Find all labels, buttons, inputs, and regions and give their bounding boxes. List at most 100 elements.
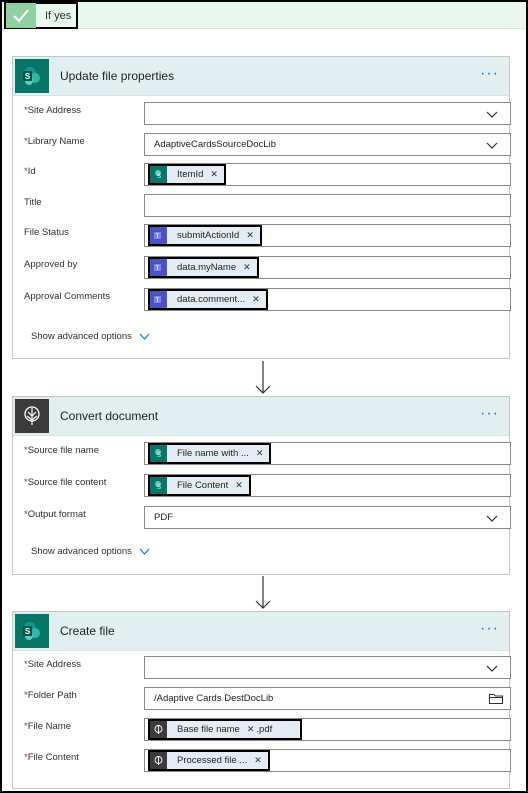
svg-text:S: S	[157, 174, 161, 180]
chevron-down-icon	[486, 665, 498, 672]
action-card-create-file: S Create file ··· *Site Address *Folder …	[12, 611, 511, 789]
file-name-input[interactable]: Base file name ✕ .pdf	[144, 718, 511, 741]
field-approval-comments: Approval Comments T data.comment... ✕	[24, 288, 511, 311]
condition-label: If yes	[45, 9, 72, 22]
field-label: *File Name	[24, 721, 71, 732]
condition-branch-bar	[2, 2, 526, 29]
card-header[interactable]: S Create file ···	[13, 612, 509, 651]
more-options-icon[interactable]: ···	[480, 406, 499, 422]
field-source-file-content: *Source file content S File Content ✕	[24, 474, 511, 497]
show-advanced-options-link[interactable]: Show advanced options	[31, 546, 150, 557]
field-site-address: *Site Address	[24, 102, 511, 125]
dynamic-content-token[interactable]: T data.comment... ✕	[148, 289, 268, 310]
chevron-down-icon	[139, 548, 150, 555]
card-title: Convert document	[60, 409, 159, 423]
chevron-down-icon	[486, 111, 498, 118]
file-status-input[interactable]: T submitActionId ✕	[144, 224, 511, 247]
teams-icon: T	[150, 291, 167, 308]
dynamic-content-token[interactable]: S ItemId ✕	[148, 164, 226, 185]
encodian-icon	[15, 399, 49, 433]
site-address-dropdown[interactable]	[144, 656, 511, 679]
field-output-format: *Output format PDF	[24, 506, 511, 529]
field-label: Title	[24, 197, 42, 208]
field-label: File Status	[24, 227, 69, 238]
sharepoint-icon: S	[15, 614, 49, 648]
dynamic-content-token[interactable]: S File Content ✕	[148, 475, 251, 496]
remove-token-icon[interactable]: ✕	[254, 755, 262, 766]
field-label: *Source file content	[24, 477, 107, 488]
field-label: *Folder Path	[24, 690, 77, 701]
remove-token-icon[interactable]: ✕	[256, 448, 264, 459]
card-header[interactable]: Convert document ···	[13, 397, 509, 436]
dynamic-content-token[interactable]: T submitActionId ✕	[148, 225, 262, 246]
remove-token-icon[interactable]: ✕	[247, 724, 255, 735]
more-options-icon[interactable]: ···	[480, 621, 499, 637]
folder-path-input[interactable]: /Adaptive Cards DestDocLib	[144, 687, 511, 710]
folder-icon[interactable]	[489, 693, 503, 704]
field-approved-by: Approved by T data.myName ✕	[24, 256, 511, 279]
field-label: Approval Comments	[24, 291, 111, 302]
file-content-input[interactable]: Processed file ... ✕	[144, 749, 511, 772]
remove-token-icon[interactable]: ✕	[235, 480, 243, 491]
file-extension-text: .pdf	[256, 724, 273, 735]
remove-token-icon[interactable]: ✕	[243, 262, 251, 273]
field-label: *Site Address	[24, 105, 82, 116]
svg-text:T: T	[156, 234, 160, 240]
sharepoint-icon: S	[150, 166, 167, 183]
source-file-name-input[interactable]: S File name with ... ✕	[144, 442, 511, 465]
field-label: *Source file name	[24, 445, 99, 456]
svg-text:T: T	[156, 298, 160, 304]
show-advanced-options-link[interactable]: Show advanced options	[31, 331, 150, 342]
action-card-update-file-properties: S Update file properties ··· *Site Addre…	[12, 56, 511, 359]
dynamic-content-token[interactable]: Base file name ✕ .pdf	[148, 719, 303, 740]
sharepoint-icon: S	[150, 477, 167, 494]
site-address-dropdown[interactable]	[144, 102, 511, 125]
encodian-icon	[150, 752, 167, 769]
field-file-content: *File Content Processed file ... ✕	[24, 749, 511, 772]
svg-text:S: S	[25, 627, 31, 636]
sharepoint-icon: S	[150, 445, 167, 462]
field-label: *Site Address	[24, 659, 82, 670]
source-file-content-input[interactable]: S File Content ✕	[144, 474, 511, 497]
chevron-down-icon	[486, 142, 498, 149]
condition-branch-tag[interactable]: If yes	[4, 2, 78, 29]
chevron-down-icon	[486, 515, 498, 522]
field-id: *Id S ItemId ✕	[24, 163, 511, 186]
svg-text:S: S	[25, 72, 31, 81]
remove-token-icon[interactable]: ✕	[246, 230, 254, 241]
card-title: Create file	[60, 624, 115, 638]
field-label: Approved by	[24, 259, 78, 270]
field-title: Title	[24, 194, 511, 217]
remove-token-icon[interactable]: ✕	[210, 169, 218, 180]
teams-icon: T	[150, 259, 167, 276]
card-header[interactable]: S Update file properties ···	[13, 57, 509, 96]
sharepoint-icon: S	[15, 59, 49, 93]
title-input[interactable]	[144, 194, 511, 217]
card-title: Update file properties	[60, 69, 175, 83]
approval-comments-input[interactable]: T data.comment... ✕	[144, 288, 511, 311]
flow-arrow-icon	[255, 361, 271, 394]
more-options-icon[interactable]: ···	[480, 66, 499, 82]
approved-by-input[interactable]: T data.myName ✕	[144, 256, 511, 279]
flow-arrow-icon	[255, 576, 271, 609]
field-file-name: *File Name Base file name ✕ .pdf	[24, 718, 511, 741]
encodian-icon	[150, 721, 167, 738]
field-folder-path: *Folder Path /Adaptive Cards DestDocLib	[24, 687, 511, 710]
dynamic-content-token[interactable]: S File name with ... ✕	[148, 443, 272, 464]
field-site-address: *Site Address	[24, 656, 511, 679]
output-format-dropdown[interactable]: PDF	[144, 506, 511, 529]
remove-token-icon[interactable]: ✕	[252, 294, 260, 305]
field-source-file-name: *Source file name S File name with ... ✕	[24, 442, 511, 465]
dynamic-content-token[interactable]: T data.myName ✕	[148, 257, 259, 278]
action-card-convert-document: Convert document ··· *Source file name S…	[12, 396, 511, 575]
svg-text:S: S	[157, 485, 161, 491]
teams-icon: T	[150, 227, 167, 244]
field-label: *Id	[24, 166, 36, 177]
id-input[interactable]: S ItemId ✕	[144, 163, 511, 186]
dynamic-content-token[interactable]: Processed file ... ✕	[148, 750, 270, 771]
chevron-down-icon	[139, 333, 150, 340]
field-label: *Output format	[24, 509, 86, 520]
svg-text:T: T	[156, 266, 160, 272]
library-name-dropdown[interactable]: AdaptiveCardsSourceDocLib	[144, 133, 511, 156]
field-file-status: File Status T submitActionId ✕	[24, 224, 511, 247]
